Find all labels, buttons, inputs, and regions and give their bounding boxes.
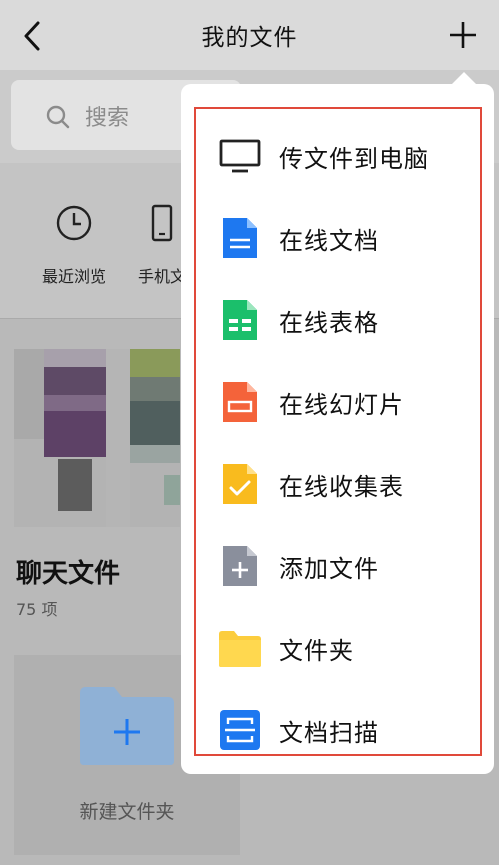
online-form-icon bbox=[223, 464, 257, 504]
new-folder-label: 新建文件夹 bbox=[79, 801, 175, 823]
chat-files-title[interactable]: 聊天文件 bbox=[16, 553, 120, 590]
search-placeholder: 搜索 bbox=[85, 106, 130, 131]
plus-icon[interactable] bbox=[448, 20, 478, 50]
quick-item-label: 最近浏览 bbox=[41, 267, 106, 286]
online-sheet-icon bbox=[223, 300, 257, 340]
menu-item-label: 文档扫描 bbox=[279, 719, 379, 747]
menu-item-online-form[interactable]: 在线收集表 bbox=[181, 442, 494, 524]
chat-files-thumbnail[interactable] bbox=[14, 349, 180, 527]
menu-item-doc-scan[interactable]: 文档扫描 bbox=[181, 688, 494, 770]
menu-item-label: 在线收集表 bbox=[279, 473, 404, 501]
menu-item-label: 在线表格 bbox=[279, 309, 379, 337]
page-title: 我的文件 bbox=[201, 25, 298, 51]
nav-bar: 我的文件 bbox=[0, 0, 499, 70]
menu-item-online-doc[interactable]: 在线文档 bbox=[181, 196, 494, 278]
folder-icon bbox=[219, 631, 261, 667]
chat-files-count: 75 项 bbox=[16, 600, 58, 619]
phone-icon bbox=[151, 204, 173, 242]
clock-icon bbox=[56, 205, 92, 241]
monitor-icon bbox=[219, 139, 261, 173]
menu-item-online-sheet[interactable]: 在线表格 bbox=[181, 278, 494, 360]
menu-item-label: 添加文件 bbox=[279, 555, 379, 583]
menu-item-online-slides[interactable]: 在线幻灯片 bbox=[181, 360, 494, 442]
doc-scan-icon bbox=[220, 710, 260, 750]
new-folder-icon bbox=[80, 687, 174, 765]
search-icon bbox=[46, 105, 70, 129]
add-file-icon bbox=[223, 546, 257, 586]
menu-item-add-file[interactable]: 添加文件 bbox=[181, 524, 494, 606]
online-doc-icon bbox=[223, 218, 257, 258]
menu-item-label: 文件夹 bbox=[279, 637, 354, 665]
menu-item-label: 传文件到电脑 bbox=[279, 145, 429, 173]
add-menu-popup: 传文件到电脑 在线文档 在线表格 在线幻灯片 在线收集表 添加文件 文件夹 文档… bbox=[181, 84, 494, 774]
quick-item-recent[interactable]: 最近浏览 bbox=[24, 203, 124, 287]
menu-item-folder[interactable]: 文件夹 bbox=[181, 606, 494, 688]
online-slides-icon bbox=[223, 382, 257, 422]
menu-item-send-to-pc[interactable]: 传文件到电脑 bbox=[181, 114, 494, 196]
menu-item-label: 在线文档 bbox=[279, 227, 379, 255]
menu-item-label: 在线幻灯片 bbox=[279, 391, 404, 419]
